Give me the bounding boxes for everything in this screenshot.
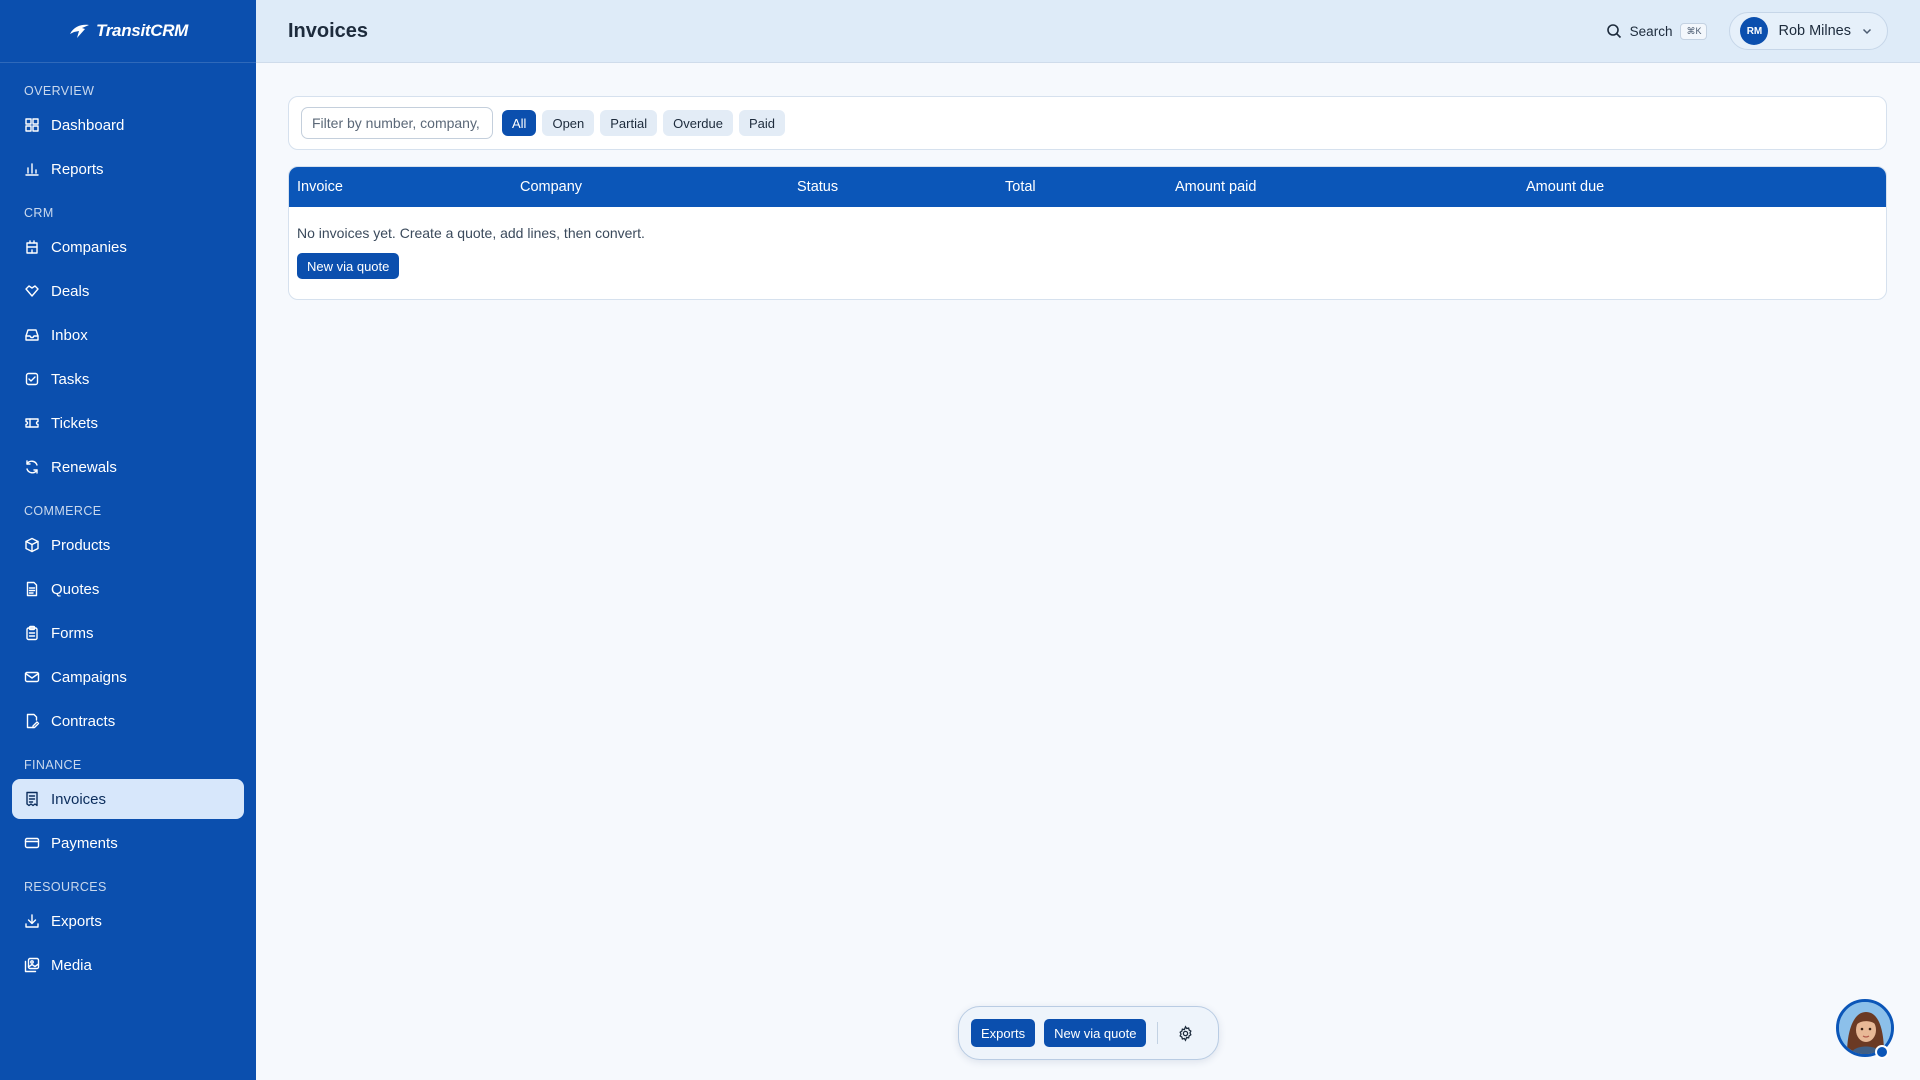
column-header-status[interactable]: Status [797, 167, 838, 207]
sidebar-item-label: Reports [51, 160, 104, 178]
search-icon [1606, 24, 1621, 39]
sidebar-section-label: RESOURCES [24, 880, 107, 894]
sidebar-item-forms[interactable]: Forms [12, 613, 244, 653]
sidebar-item-inbox[interactable]: Inbox [12, 315, 244, 355]
sidebar-item-media[interactable]: Media [12, 945, 244, 985]
file-text-icon [26, 581, 38, 597]
table-header: Invoice Company Status Total Amount paid Amou… [289, 167, 1886, 207]
search-label: Search [1629, 23, 1673, 39]
search-button[interactable]: Search ⌘K [1606, 22, 1708, 40]
sidebar-item-label: Tasks [51, 370, 90, 388]
new-via-quote-button[interactable]: New via quote [297, 253, 400, 279]
sidebar-item-label: Inbox [51, 326, 88, 344]
inbox-icon [25, 329, 39, 341]
sidebar-item-dashboard[interactable]: Dashboard [12, 105, 244, 145]
search-shortcut: ⌘K [1680, 22, 1708, 40]
sidebar-item-tasks[interactable]: Tasks [12, 359, 244, 399]
sidebar-item-exports[interactable]: Exports [12, 901, 244, 941]
sidebar-item-label: Exports [51, 912, 102, 930]
filter-chip-overdue[interactable]: Overdue [663, 110, 733, 136]
sidebar-item-label: Forms [51, 624, 94, 642]
brand-logo[interactable]: TransitCRM [0, 0, 256, 63]
sidebar-item-label: Payments [51, 834, 118, 852]
sidebar-item-label: Campaigns [51, 668, 127, 686]
new-via-quote-floating-button[interactable]: New via quote [1044, 1019, 1147, 1047]
download-icon [25, 914, 39, 928]
assistant-status-dot [1875, 1045, 1889, 1059]
brand-name: TransitCRM [95, 21, 189, 40]
sidebar-item-companies[interactable]: Companies [12, 227, 244, 267]
main-content: AllOpenPartialOverduePaid Invoice Company… [288, 96, 1887, 300]
filter-chip-partial[interactable]: Partial [600, 110, 658, 136]
sidebar-item-tickets[interactable]: Tickets [12, 403, 244, 443]
status-filter-chips: All Open Partial Overdue Paid [502, 110, 786, 136]
sidebar-item-contracts[interactable]: Contracts [12, 701, 244, 741]
sidebar-item-quotes[interactable]: Quotes [12, 569, 244, 609]
page-title: Invoices [288, 19, 369, 42]
divider [1157, 1022, 1159, 1044]
filter-chip-all[interactable]: All [502, 110, 537, 136]
sidebar-item-label: Renewals [51, 458, 117, 476]
building-icon [26, 240, 38, 254]
images-icon [24, 957, 40, 973]
avatar: RM [1740, 17, 1769, 45]
handshake-icon [25, 285, 39, 297]
user-name: Rob Milnes [1778, 23, 1851, 39]
exports-button[interactable]: Exports [971, 1019, 1036, 1047]
bar-chart-icon [25, 163, 39, 176]
filter-bar: AllOpenPartialOverduePaid [288, 96, 1887, 150]
credit-card-icon [24, 837, 40, 849]
sidebar-item-campaigns[interactable]: Campaigns [12, 657, 244, 697]
mail-icon [24, 671, 40, 683]
user-menu[interactable]: RM Rob Milnes [1729, 12, 1888, 50]
sidebar-item-label: Companies [51, 238, 127, 256]
chevron-down-icon [1862, 28, 1872, 35]
sidebar-item-label: Contracts [51, 712, 116, 730]
sidebar-item-label: Media [51, 956, 92, 974]
sidebar-item-label: Invoices [51, 790, 107, 808]
filter-input[interactable] [301, 107, 493, 139]
column-header-amount-paid[interactable]: Amount paid [1175, 167, 1256, 207]
filter-chip-open[interactable]: Open [542, 110, 595, 136]
brand-logo-icon [69, 24, 89, 38]
sidebar-item-label: Dashboard [51, 116, 125, 134]
column-header-invoice[interactable]: Invoice [297, 167, 343, 207]
sidebar: TransitCRM OVERVIEW Dashboard Reports CRM Co… [0, 0, 256, 1080]
ticket-icon [25, 418, 39, 428]
column-header-company[interactable]: Company [520, 167, 582, 207]
sidebar-section-label: OVERVIEW [24, 84, 95, 98]
sidebar-nav: OVERVIEW Dashboard Reports CRM Companies Deal… [0, 63, 256, 985]
column-header-total[interactable]: Total [1005, 167, 1036, 207]
sidebar-item-renewals[interactable]: Renewals [12, 447, 244, 487]
package-icon [25, 537, 39, 553]
receipt-icon [26, 791, 38, 807]
sidebar-item-reports[interactable]: Reports [12, 149, 244, 189]
sidebar-item-products[interactable]: Products [12, 525, 244, 565]
topbar: Invoices Search ⌘K RM Rob Milnes [256, 0, 1920, 63]
file-edit-icon [26, 713, 40, 729]
sidebar-item-label: Products [51, 536, 111, 554]
sidebar-item-label: Quotes [51, 580, 100, 598]
check-square-icon [25, 372, 39, 386]
sidebar-item-label: Deals [51, 282, 90, 300]
gear-icon[interactable] [1177, 1024, 1194, 1042]
sidebar-section-label: CRM [24, 206, 54, 220]
grid-icon [25, 118, 39, 132]
sidebar-item-invoices[interactable]: Invoices [12, 779, 244, 819]
sidebar-item-label: Tickets [51, 414, 98, 432]
refresh-icon [26, 460, 38, 474]
invoices-table: Invoice Company Status Total Amount paid Amou… [288, 166, 1887, 300]
sidebar-section-label: FINANCE [24, 758, 82, 772]
sidebar-item-deals[interactable]: Deals [12, 271, 244, 311]
sidebar-section-label: COMMERCE [24, 504, 102, 518]
floating-action-bar: Exports New via quote [958, 1006, 1219, 1060]
empty-state-message: No invoices yet. Create a quote, add lin… [297, 225, 645, 241]
sidebar-item-payments[interactable]: Payments [12, 823, 244, 863]
clipboard-icon [26, 625, 38, 641]
column-header-amount-due[interactable]: Amount due [1526, 167, 1604, 207]
filter-chip-paid[interactable]: Paid [739, 110, 786, 136]
